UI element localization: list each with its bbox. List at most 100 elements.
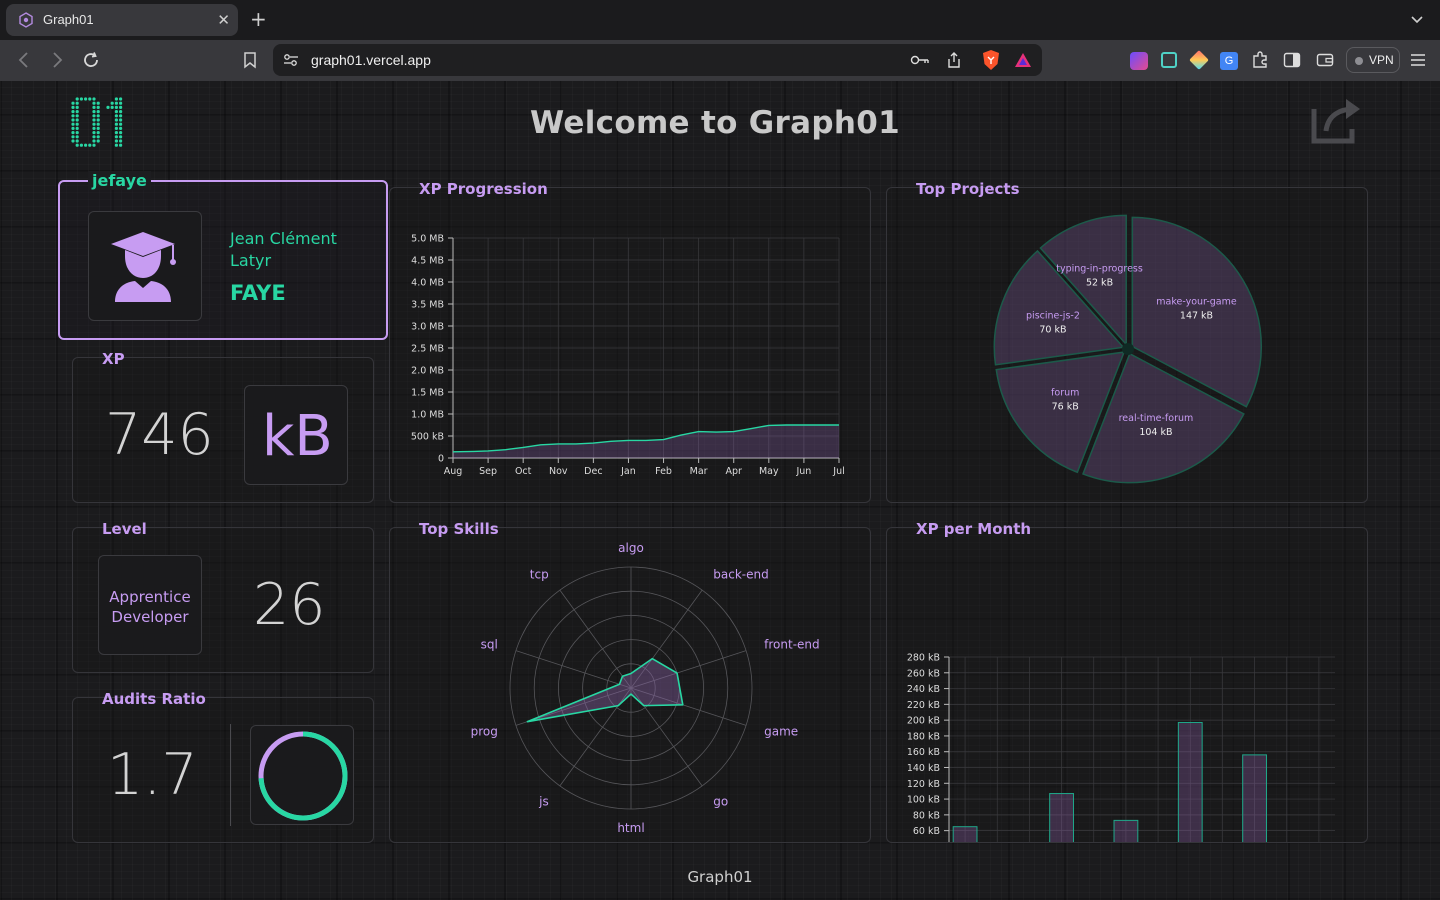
x-tick-label: Apr — [726, 466, 743, 477]
back-icon[interactable] — [16, 51, 32, 69]
radar-axis-label: game — [764, 724, 798, 738]
reload-icon[interactable] — [82, 51, 100, 69]
y-tick-label: 80 kB — [913, 810, 940, 821]
x-tick-label: Dec — [584, 466, 602, 477]
bar — [1242, 754, 1267, 842]
pie-slice-value: 70 kB — [1039, 324, 1066, 335]
browser-menu-icon[interactable] — [1410, 53, 1426, 67]
logo-dot — [75, 143, 79, 147]
level-value: 26 — [253, 572, 326, 638]
radar-axis-label: html — [617, 821, 644, 835]
radar-axis-label: prog — [471, 724, 498, 738]
forward-icon[interactable] — [49, 51, 65, 69]
xp-progression-chart: 0 500 kB 1.0 MB 1.5 MB 2.0 MB 2.5 MB 3.0 MB 3.5… — [411, 234, 845, 478]
y-tick-label: 3.5 MB — [411, 300, 444, 311]
x-tick-label: Jul — [832, 466, 844, 477]
pie-center — [1122, 343, 1134, 355]
share-icon[interactable] — [946, 51, 962, 69]
radar-axis-label: front-end — [764, 638, 819, 652]
wallet-icon[interactable] — [1316, 52, 1334, 68]
brave-rewards-icon[interactable] — [1014, 51, 1032, 69]
radar-axis-label: go — [713, 794, 728, 808]
logo-dot — [92, 97, 96, 101]
logout-share-icon[interactable] — [1310, 95, 1364, 145]
tab-close-icon[interactable]: ✕ — [217, 11, 230, 29]
y-tick-label: 0 — [438, 454, 444, 465]
x-tick-label: Nov — [549, 466, 568, 477]
vpn-label: VPN — [1369, 53, 1394, 67]
extension-wallet-icon[interactable] — [1130, 52, 1148, 70]
bookmark-icon[interactable] — [242, 51, 258, 69]
logo-dot — [114, 143, 118, 147]
xp-unit-box: kB — [244, 385, 348, 485]
audits-divider — [230, 724, 231, 826]
extensions-puzzle-icon[interactable] — [1251, 51, 1269, 69]
user-last-name: FAYE — [230, 281, 286, 305]
pie-slice-value: 147 kB — [1180, 311, 1213, 322]
radar-axis-label: sql — [481, 638, 498, 652]
logo-dot — [92, 143, 96, 147]
audits-value: 1.7 — [107, 742, 198, 808]
xp-progression-card: XP Progression 0 500 kB 1.0 MB 1.5 MB 2.0 MB… — [389, 180, 871, 503]
radar-skill-area — [526, 657, 684, 723]
y-tick-label: 2.5 MB — [411, 344, 444, 355]
x-tick-label: Oct — [515, 466, 532, 477]
top-projects-card: Top Projects make-your-game 147 kB real-ti… — [886, 180, 1368, 503]
vpn-button[interactable]: VPN — [1346, 47, 1400, 73]
sidebar-toggle-icon[interactable] — [1283, 52, 1301, 68]
y-tick-label: 260 kB — [907, 668, 940, 679]
vpn-status-dot — [1355, 57, 1363, 65]
brave-shield-icon[interactable] — [981, 49, 1001, 71]
x-tick-label: Sep — [479, 466, 497, 477]
x-tick-label: Mar — [690, 466, 708, 477]
x-tick-label: May — [759, 466, 779, 477]
tab-list-chevron-icon[interactable] — [1410, 12, 1424, 26]
y-tick-label: 200 kB — [907, 716, 940, 727]
browser-tab[interactable]: Graph01 ✕ — [6, 4, 238, 36]
url-text: graph01.vercel.app — [311, 52, 431, 68]
pie-slice-value: 52 kB — [1086, 277, 1113, 288]
y-tick-label: 4.5 MB — [411, 256, 444, 267]
bar — [952, 826, 978, 842]
browser-toolbar: graph01.vercel.app G VPN — [0, 40, 1440, 81]
user-login: jefaye — [88, 171, 151, 190]
y-tick-label: 120 kB — [907, 779, 940, 790]
extension-grid-icon[interactable] — [1161, 52, 1177, 68]
audits-ring-box — [250, 725, 354, 825]
y-tick-label: 1.0 MB — [411, 410, 444, 421]
radar-spoke — [559, 589, 632, 689]
xp-card: XP 746 kB — [72, 350, 374, 503]
site-settings-icon[interactable] — [283, 53, 299, 67]
level-label: Level — [102, 520, 147, 538]
extension-color-icon[interactable] — [1189, 50, 1209, 70]
avatar — [88, 211, 202, 321]
logo-dot — [88, 143, 92, 147]
logo-dot — [84, 97, 88, 101]
x-tick-label: Feb — [655, 466, 672, 477]
y-tick-label: 4.0 MB — [411, 278, 444, 289]
xp-per-month-card: XP per Month 020 kB40 kB60 kB80 kB100 kB… — [886, 520, 1368, 843]
page-footer: Graph01 — [687, 868, 753, 886]
new-tab-icon[interactable]: + — [250, 8, 267, 30]
x-tick-label: Aug — [444, 466, 463, 477]
y-tick-label: 240 kB — [907, 684, 940, 695]
radar-axis-label: algo — [618, 541, 644, 555]
top-projects-chart: make-your-game 147 kB real-time-forum 104 k… — [993, 214, 1263, 484]
level-rank-box: Apprentice Developer — [98, 555, 202, 655]
y-tick-label: 280 kB — [907, 653, 940, 664]
logo-dot — [79, 97, 83, 101]
xp-value: 746 — [105, 402, 214, 468]
logo-dot — [84, 143, 88, 147]
x-tick-label: Jan — [620, 466, 636, 477]
password-key-icon[interactable] — [910, 53, 930, 67]
pie-slice-value: 76 kB — [1052, 402, 1079, 413]
y-tick-label: 5.0 MB — [411, 234, 444, 245]
y-tick-label: 220 kB — [907, 700, 940, 711]
page-headline: Welcome to Graph01 — [530, 105, 900, 141]
pie-slice-name: forum — [1051, 388, 1079, 399]
translate-icon[interactable]: G — [1220, 52, 1238, 70]
address-bar[interactable]: graph01.vercel.app — [273, 44, 1042, 76]
bar — [1177, 722, 1203, 842]
bar — [1049, 793, 1074, 842]
xp-area-fill — [453, 425, 839, 458]
